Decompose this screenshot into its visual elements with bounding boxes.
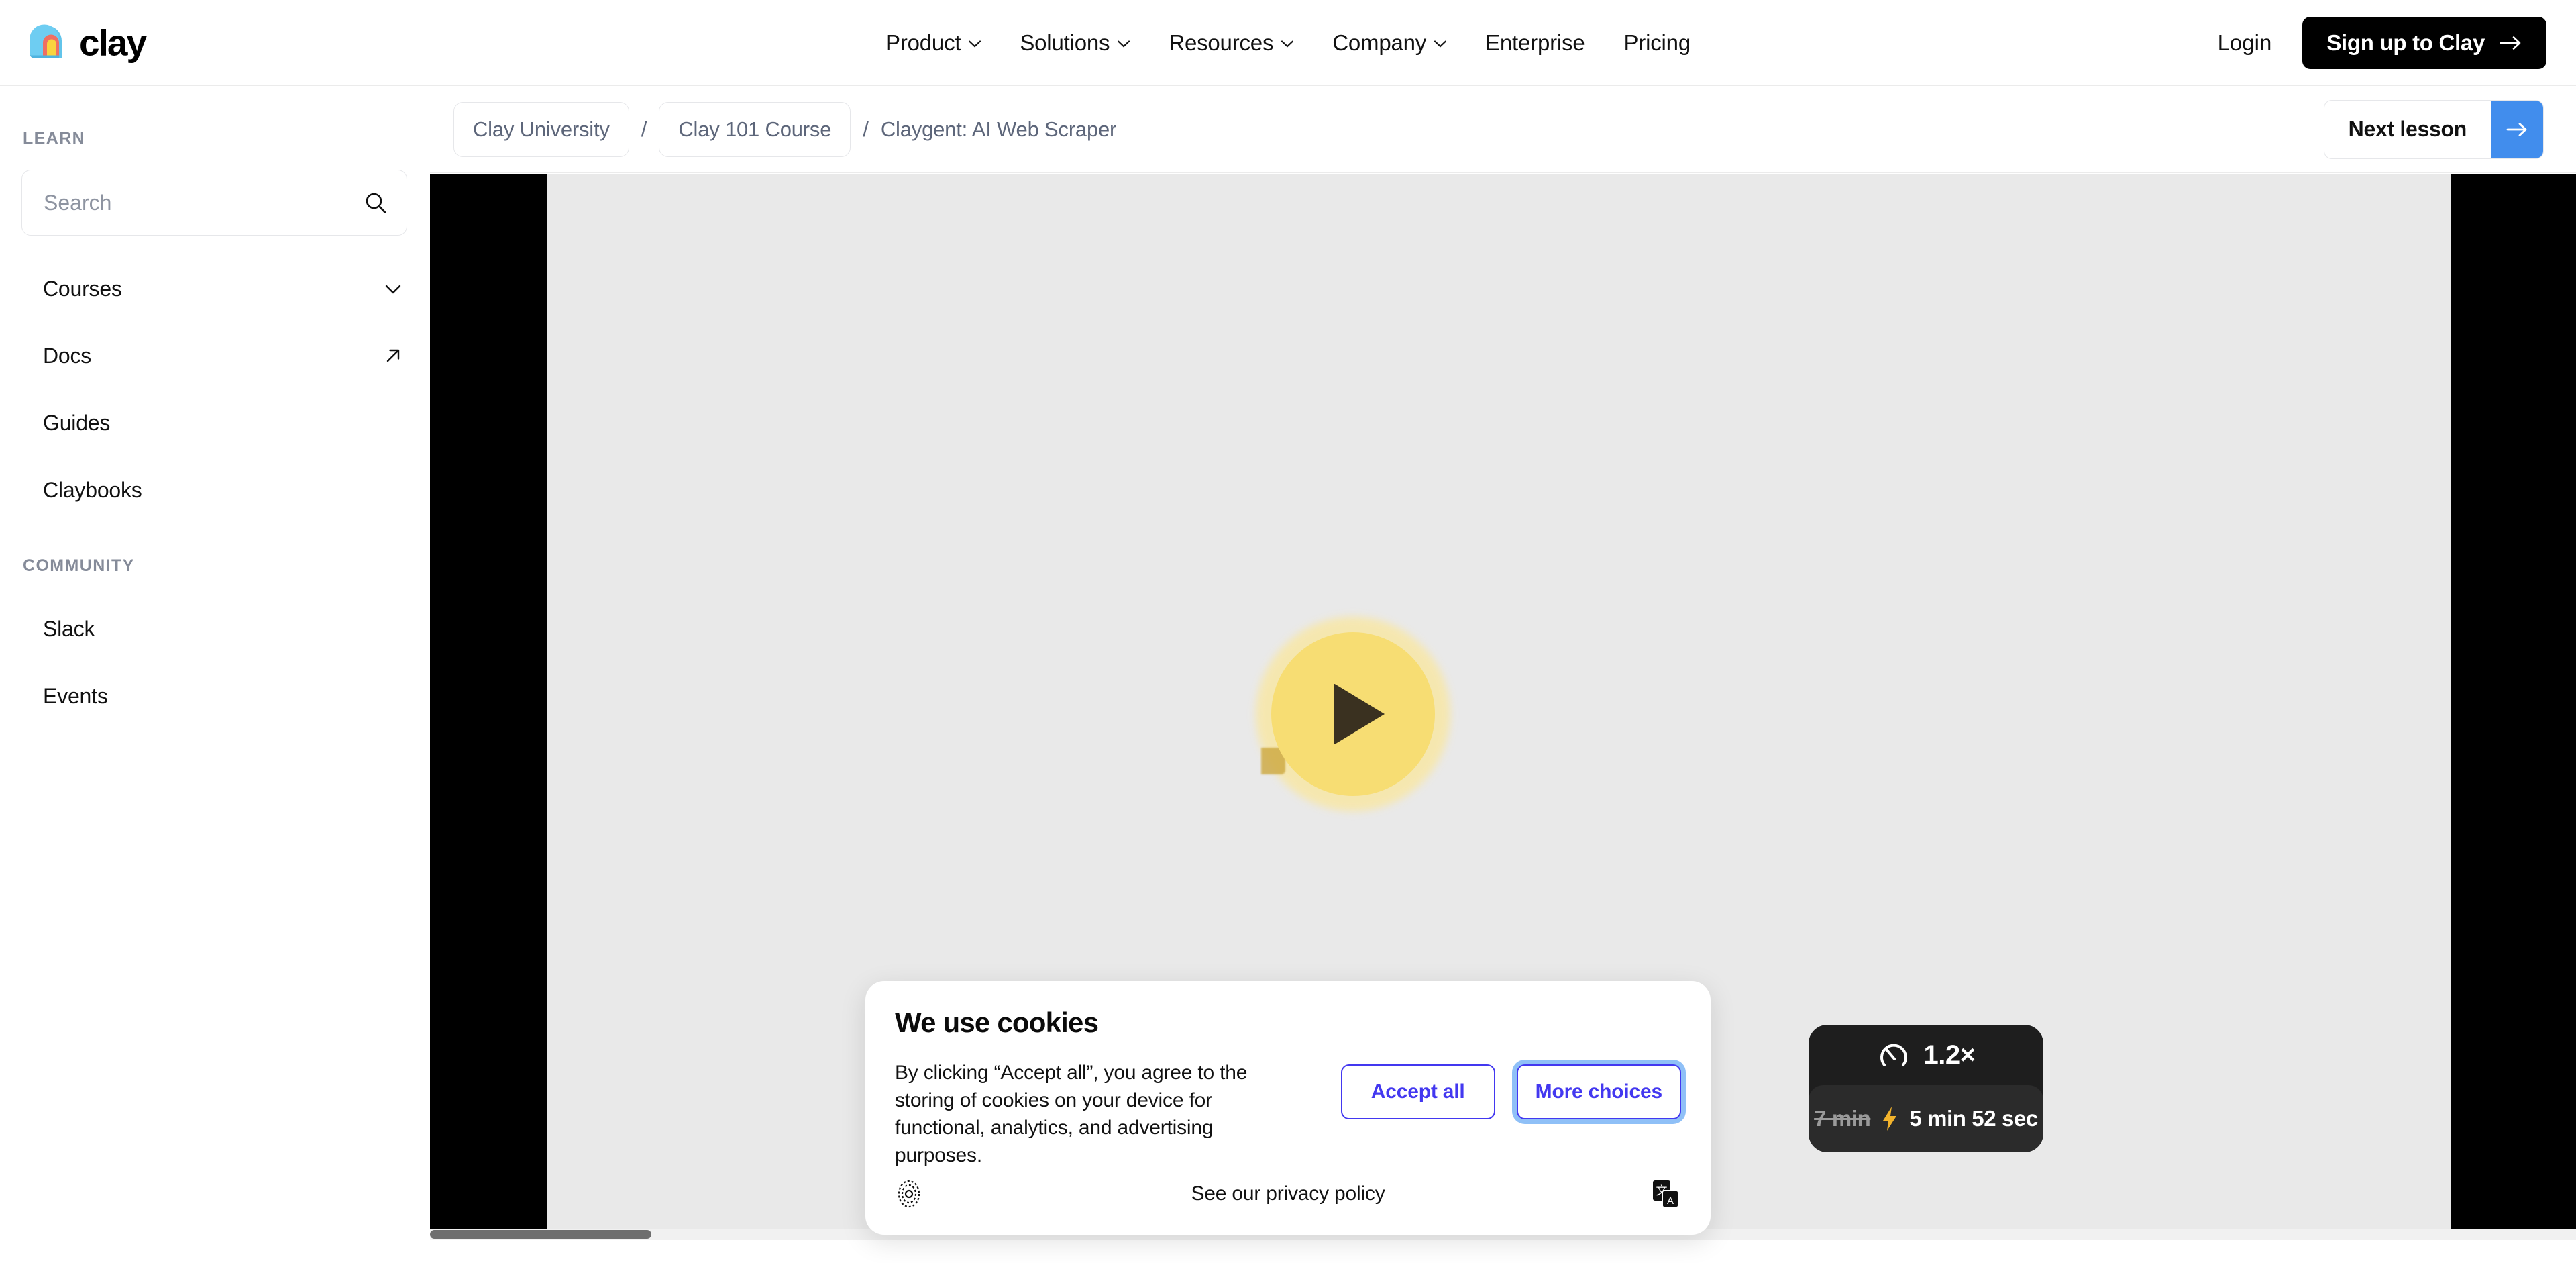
play-button-group: [1256, 617, 1450, 811]
primary-nav-links: Product Solutions Resources Company Ente…: [885, 30, 1690, 56]
breadcrumb: Clay University / Clay 101 Course / Clay…: [453, 101, 1117, 157]
next-lesson-arrow-button[interactable]: [2491, 100, 2543, 158]
cookie-dialog-title: We use cookies: [895, 1007, 1099, 1038]
nav-item-company-label: Company: [1332, 30, 1427, 55]
sidebar-item-guides[interactable]: Guides: [21, 399, 407, 446]
signup-button-label: Sign up to Clay: [2326, 30, 2485, 55]
sidebar-item-events-label: Events: [43, 683, 108, 708]
playback-speed-value: 1.2×: [1923, 1040, 1976, 1070]
left-sidebar: LEARN Courses Docs Guides Claybooks COMM…: [0, 86, 429, 1263]
arrow-right-icon: [2500, 36, 2521, 50]
sidebar-item-claybooks-label: Claybooks: [43, 477, 142, 502]
cookie-dialog-body-text: By clicking “Accept all”, you agree to t…: [895, 1062, 1248, 1167]
breadcrumb-separator: /: [863, 117, 869, 141]
sidebar-item-claybooks[interactable]: Claybooks: [21, 466, 407, 513]
brand-wordmark: clay: [79, 21, 147, 63]
playback-speed-row[interactable]: 1.2×: [1809, 1025, 2043, 1085]
next-lesson-button[interactable]: Next lesson: [2323, 99, 2544, 159]
chevron-down-icon: [1434, 40, 1447, 48]
sidebar-item-guides-label: Guides: [43, 410, 111, 435]
next-lesson-label: Next lesson: [2348, 117, 2467, 141]
play-icon: [1334, 683, 1385, 745]
breadcrumb-separator: /: [641, 117, 647, 141]
breadcrumb-current-page: Claygent: AI Web Scraper: [880, 117, 1117, 141]
nav-item-enterprise-label: Enterprise: [1485, 30, 1585, 55]
horizontal-scrollbar-thumb[interactable]: [430, 1230, 651, 1239]
chevron-down-icon: [969, 40, 981, 48]
sidebar-item-courses-label: Courses: [43, 276, 122, 301]
cookie-dialog-content: By clicking “Accept all”, you agree to t…: [895, 1059, 1681, 1169]
sidebar-item-events[interactable]: Events: [21, 672, 407, 719]
more-choices-button[interactable]: More choices: [1516, 1064, 1681, 1119]
sidebar-item-docs-label: Docs: [43, 343, 92, 368]
external-link-icon: [386, 349, 400, 362]
nav-item-resources[interactable]: Resources: [1169, 30, 1294, 56]
gauge-icon: [1880, 1044, 1907, 1066]
nav-actions: Login Sign up to Clay: [2218, 16, 2546, 69]
nav-item-solutions-label: Solutions: [1020, 30, 1110, 55]
sidebar-item-slack-label: Slack: [43, 616, 95, 641]
sidebar-item-docs[interactable]: Docs: [21, 332, 407, 379]
brand-logo-link[interactable]: clay: [28, 21, 147, 63]
arrow-right-icon: [2506, 122, 2527, 136]
cookie-dialog-footer: See our privacy policy 文 A: [895, 1173, 1681, 1215]
original-duration: 7 min: [1814, 1106, 1871, 1131]
top-navigation-bar: clay Product Solutions Resources Company…: [0, 0, 2576, 86]
accept-all-button[interactable]: Accept all: [1340, 1064, 1495, 1119]
chevron-down-icon: [1281, 40, 1294, 48]
signup-button[interactable]: Sign up to Clay: [2302, 16, 2546, 69]
search-input[interactable]: [44, 190, 364, 215]
search-icon[interactable]: [364, 191, 388, 215]
login-link[interactable]: Login: [2218, 30, 2272, 56]
sidebar-section-learn-label: LEARN: [23, 129, 86, 148]
clay-arch-logo-icon: [30, 24, 62, 58]
sidebar-item-courses[interactable]: Courses: [21, 265, 407, 312]
nav-item-product[interactable]: Product: [885, 30, 981, 56]
play-button[interactable]: [1271, 632, 1435, 796]
privacy-policy-link[interactable]: See our privacy policy: [895, 1182, 1681, 1205]
chevron-down-icon: [1118, 40, 1130, 48]
sidebar-search[interactable]: [21, 170, 407, 236]
nav-item-resources-label: Resources: [1169, 30, 1274, 55]
nav-item-enterprise[interactable]: Enterprise: [1485, 30, 1585, 56]
nav-item-pricing-label: Pricing: [1623, 30, 1691, 55]
nav-item-solutions[interactable]: Solutions: [1020, 30, 1130, 56]
cookie-dialog-actions: Accept all More choices: [1340, 1059, 1681, 1119]
duration-row: 7 min 5 min 52 sec: [1809, 1085, 2043, 1152]
adjusted-duration: 5 min 52 sec: [1909, 1106, 2038, 1131]
breadcrumb-item-clay-university[interactable]: Clay University: [453, 101, 629, 157]
nav-item-product-label: Product: [885, 30, 961, 55]
cookie-consent-dialog: We use cookies By clicking “Accept all”,…: [865, 981, 1711, 1235]
chevron-down-icon: [385, 285, 401, 294]
playback-speed-card[interactable]: 1.2× 7 min 5 min 52 sec: [1809, 1025, 2043, 1152]
nav-item-company[interactable]: Company: [1332, 30, 1447, 56]
breadcrumb-item-clay-101-course[interactable]: Clay 101 Course: [659, 101, 851, 157]
sidebar-section-community-label: COMMUNITY: [23, 556, 135, 575]
breadcrumb-bar: Clay University / Clay 101 Course / Clay…: [430, 86, 2576, 173]
sidebar-item-slack[interactable]: Slack: [21, 605, 407, 652]
nav-item-pricing[interactable]: Pricing: [1623, 30, 1691, 56]
lightning-bolt-icon: [1883, 1107, 1897, 1131]
